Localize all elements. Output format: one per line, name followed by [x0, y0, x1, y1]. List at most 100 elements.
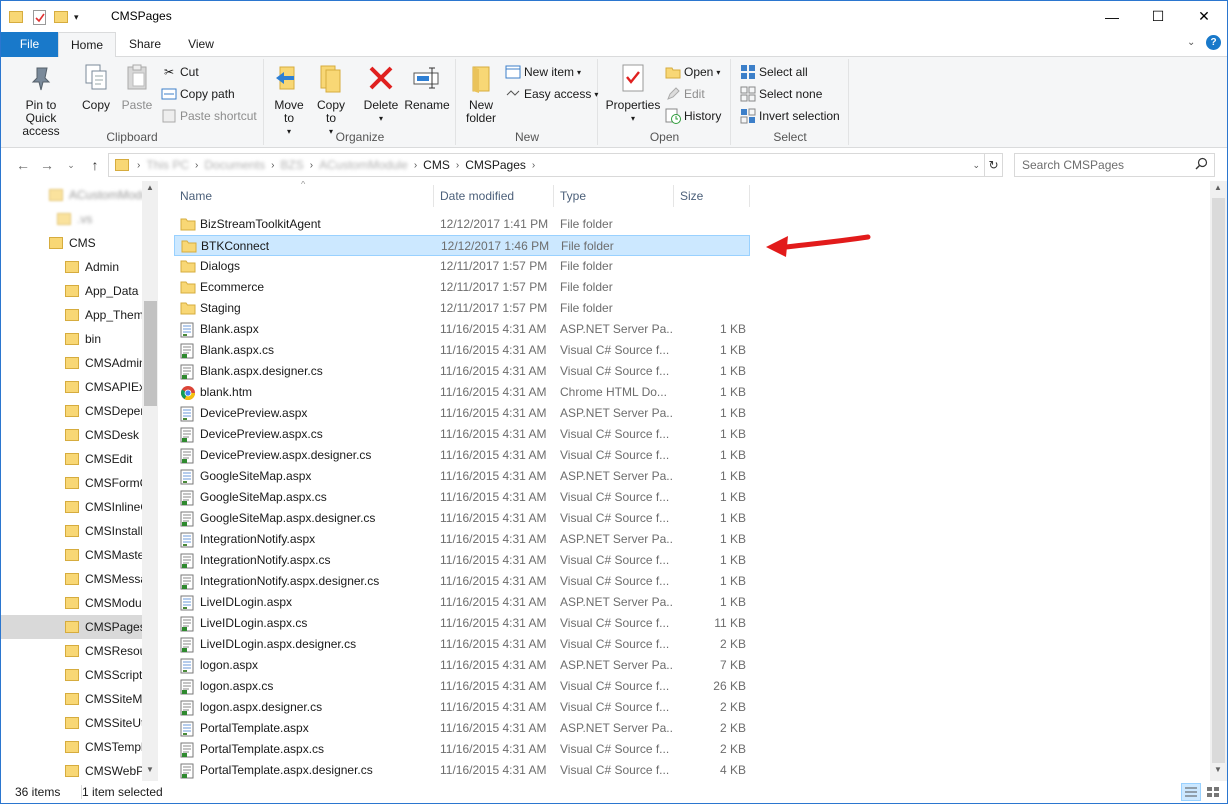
- close-button[interactable]: ✕: [1181, 1, 1227, 32]
- file-row[interactable]: Dialogs 12/11/2017 1:57 PM File folder: [174, 256, 750, 277]
- nav-item[interactable]: CMSDependencies: [1, 399, 142, 423]
- paste-button[interactable]: Paste: [117, 61, 157, 112]
- copy-path-button[interactable]: Copy path: [161, 84, 235, 104]
- history-button[interactable]: History: [665, 106, 721, 126]
- help-icon[interactable]: ?: [1206, 35, 1221, 50]
- column-header-date[interactable]: Date modified: [434, 185, 554, 207]
- nav-item[interactable]: CMSTemplates: [1, 735, 142, 759]
- nav-item[interactable]: CMSWebParts: [1, 759, 142, 781]
- tab-share[interactable]: Share: [119, 32, 171, 57]
- paste-shortcut-button[interactable]: Paste shortcut: [161, 106, 257, 126]
- scroll-down-icon[interactable]: ▼: [1214, 765, 1222, 774]
- nav-item[interactable]: .vs: [1, 207, 142, 231]
- address-history-dropdown-icon[interactable]: ⌄: [972, 160, 980, 171]
- refresh-icon[interactable]: ↻: [984, 154, 1002, 176]
- properties-button[interactable]: Properties ▾: [603, 61, 663, 125]
- nav-item[interactable]: CMS: [1, 231, 142, 255]
- new-item-button[interactable]: New item ▾: [505, 62, 581, 82]
- minimize-button[interactable]: —: [1089, 1, 1135, 32]
- nav-item[interactable]: bin: [1, 327, 142, 351]
- nav-item[interactable]: CMSPages: [1, 615, 142, 639]
- file-row[interactable]: Blank.aspx.designer.cs 11/16/2015 4:31 AM…: [174, 361, 750, 382]
- scroll-up-icon[interactable]: ▲: [1214, 183, 1222, 192]
- nav-item[interactable]: CMSMasterPages: [1, 543, 142, 567]
- column-header-type[interactable]: Type: [554, 185, 674, 207]
- file-row[interactable]: IntegrationNotify.aspx.cs 11/16/2015 4:31…: [174, 550, 750, 571]
- file-row[interactable]: Blank.aspx 11/16/2015 4:31 AM ASP.NET Serv…: [174, 319, 750, 340]
- forward-arrow-icon[interactable]: →: [37, 156, 57, 174]
- column-header-name[interactable]: Name: [174, 185, 434, 207]
- select-none-button[interactable]: Select none: [740, 84, 822, 104]
- nav-scrollbar[interactable]: ▲ ▼: [142, 181, 158, 781]
- file-row[interactable]: blank.htm 11/16/2015 4:31 AM Chrome HTML D…: [174, 382, 750, 403]
- nav-item[interactable]: CMSAdminControls: [1, 351, 142, 375]
- breadcrumb-acustommodule[interactable]: ACustomModule: [319, 158, 408, 172]
- file-row[interactable]: GoogleSiteMap.aspx.designer.cs 11/16/2015…: [174, 508, 750, 529]
- nav-item[interactable]: CMSEdit: [1, 447, 142, 471]
- breadcrumb-documents[interactable]: Documents: [204, 158, 265, 172]
- file-row[interactable]: Ecommerce 12/11/2017 1:57 PM File folder: [174, 277, 750, 298]
- delete-button[interactable]: Delete ▾: [361, 61, 401, 125]
- breadcrumb-bzs[interactable]: BZS: [280, 158, 303, 172]
- nav-item[interactable]: App_Themes: [1, 303, 142, 327]
- file-row[interactable]: logon.aspx.cs 11/16/2015 4:31 AM Visual C#…: [174, 676, 750, 697]
- tab-view[interactable]: View: [175, 32, 227, 57]
- file-list-scrollbar[interactable]: ▲ ▼: [1210, 181, 1227, 781]
- file-row[interactable]: BTKConnect 12/12/2017 1:46 PM File folder: [174, 235, 750, 256]
- properties-check-icon[interactable]: [33, 9, 46, 25]
- invert-selection-button[interactable]: Invert selection: [740, 106, 840, 126]
- file-row[interactable]: PortalTemplate.aspx.designer.cs 11/16/201…: [174, 760, 750, 781]
- file-row[interactable]: BizStreamToolkitAgent 12/12/2017 1:41 PM F…: [174, 214, 750, 235]
- select-all-button[interactable]: Select all: [740, 62, 808, 82]
- breadcrumb-cms[interactable]: CMS: [423, 158, 450, 172]
- tab-home[interactable]: Home: [58, 32, 116, 58]
- collapse-ribbon-icon[interactable]: ⌄: [1187, 37, 1195, 48]
- nav-item[interactable]: CMSInstall: [1, 519, 142, 543]
- nav-item[interactable]: CMSFormControls: [1, 471, 142, 495]
- copy-button[interactable]: Copy: [77, 61, 115, 112]
- nav-item[interactable]: App_Data: [1, 279, 142, 303]
- new-folder-button[interactable]: New folder: [461, 61, 501, 125]
- maximize-button[interactable]: ☐: [1135, 1, 1181, 32]
- file-row[interactable]: DevicePreview.aspx.cs 11/16/2015 4:31 AM V…: [174, 424, 750, 445]
- nav-scrollbar-thumb[interactable]: [144, 301, 157, 406]
- file-row[interactable]: IntegrationNotify.aspx.designer.cs 11/16/…: [174, 571, 750, 592]
- file-row[interactable]: PortalTemplate.aspx 11/16/2015 4:31 AM ASP…: [174, 718, 750, 739]
- nav-item[interactable]: CMSAPIExamples: [1, 375, 142, 399]
- nav-item[interactable]: CMSInlineControls: [1, 495, 142, 519]
- details-view-icon[interactable]: [1181, 783, 1201, 801]
- file-list-scrollbar-thumb[interactable]: [1212, 198, 1225, 763]
- nav-item[interactable]: CMSSiteManager: [1, 687, 142, 711]
- file-row[interactable]: logon.aspx.designer.cs 11/16/2015 4:31 AM…: [174, 697, 750, 718]
- easy-access-button[interactable]: Easy access ▾: [505, 84, 598, 104]
- open-button[interactable]: Open ▾: [665, 62, 720, 82]
- file-row[interactable]: DevicePreview.aspx 11/16/2015 4:31 AM ASP.…: [174, 403, 750, 424]
- breadcrumb-this-pc[interactable]: This PC: [146, 158, 189, 172]
- nav-item[interactable]: CMSDesk: [1, 423, 142, 447]
- large-icons-view-icon[interactable]: [1203, 783, 1223, 801]
- edit-button[interactable]: Edit: [665, 84, 705, 104]
- copy-to-button[interactable]: Copy to ▾: [313, 61, 349, 138]
- file-row[interactable]: GoogleSiteMap.aspx 11/16/2015 4:31 AM ASP.…: [174, 466, 750, 487]
- customize-dropdown-icon[interactable]: ▾: [74, 12, 79, 23]
- recent-locations-chevron-icon[interactable]: ⌄: [61, 156, 81, 174]
- file-row[interactable]: LiveIDLogin.aspx 11/16/2015 4:31 AM ASP.NE…: [174, 592, 750, 613]
- file-row[interactable]: LiveIDLogin.aspx.designer.cs 11/16/2015 4…: [174, 634, 750, 655]
- back-arrow-icon[interactable]: ←: [13, 156, 33, 174]
- new-folder-icon[interactable]: [54, 11, 68, 23]
- move-to-button[interactable]: Move to ▾: [271, 61, 307, 138]
- nav-item[interactable]: CMSScripts: [1, 663, 142, 687]
- column-header-size[interactable]: Size: [674, 185, 750, 207]
- nav-item[interactable]: Admin: [1, 255, 142, 279]
- file-row[interactable]: DevicePreview.aspx.designer.cs 11/16/2015…: [174, 445, 750, 466]
- cut-button[interactable]: ✂ Cut: [161, 62, 199, 82]
- file-row[interactable]: GoogleSiteMap.aspx.cs 11/16/2015 4:31 AM V…: [174, 487, 750, 508]
- file-row[interactable]: PortalTemplate.aspx.cs 11/16/2015 4:31 AM…: [174, 739, 750, 760]
- breadcrumb-cmspages[interactable]: CMSPages: [465, 158, 526, 172]
- nav-item[interactable]: ACustomModule: [1, 183, 142, 207]
- file-row[interactable]: IntegrationNotify.aspx 11/16/2015 4:31 AM…: [174, 529, 750, 550]
- file-row[interactable]: Blank.aspx.cs 11/16/2015 4:31 AM Visual C#…: [174, 340, 750, 361]
- file-row[interactable]: Staging 12/11/2017 1:57 PM File folder: [174, 298, 750, 319]
- scroll-up-icon[interactable]: ▲: [146, 183, 154, 192]
- address-bar[interactable]: › This PC › Documents › BZS › ACustomMod…: [108, 153, 1003, 177]
